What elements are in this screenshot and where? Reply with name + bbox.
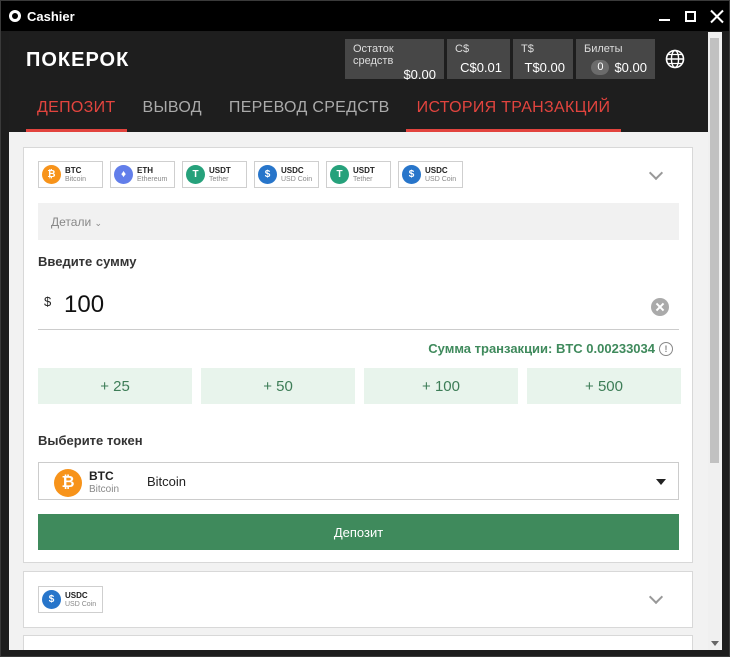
usdc-icon: $ xyxy=(402,165,421,184)
token-symbol: USDC xyxy=(65,590,88,600)
title-bar: Cashier xyxy=(1,1,729,31)
balance-value: T$0.00 xyxy=(524,60,565,75)
token-symbol: ETH xyxy=(137,165,153,175)
tab-history[interactable]: ИСТОРИЯ ТРАНЗАКЦИЙ xyxy=(405,91,622,132)
info-icon[interactable]: ! xyxy=(659,341,673,356)
usdc-icon: $ xyxy=(42,590,61,609)
usdt-icon: T xyxy=(186,165,205,184)
content-area: ₿ BTC Bitcoin ♦ ETH Ethereum T USDT Tether $ USDC U… xyxy=(9,132,708,650)
balance-label: T$ xyxy=(521,43,534,55)
scrollbar[interactable] xyxy=(708,32,722,650)
token-chip-eth[interactable]: ♦ ETH Ethereum xyxy=(110,161,175,188)
minimize-button[interactable] xyxy=(651,1,677,31)
token-chip-usdt[interactable]: T USDT Tether xyxy=(182,161,247,188)
token-symbol: BTC xyxy=(89,469,114,483)
scrollbar-thumb[interactable] xyxy=(710,38,719,463)
token-name: Bitcoin xyxy=(147,474,187,489)
next-card[interactable] xyxy=(23,635,693,650)
deposit-button[interactable]: Депозит xyxy=(38,514,679,550)
quick-add-25-button[interactable]: + 25 xyxy=(38,368,192,404)
token-symbol: USDC xyxy=(281,165,304,175)
chevron-down-icon: ⌄ xyxy=(94,218,103,228)
token-chip-btc[interactable]: ₿ BTC Bitcoin xyxy=(38,161,103,188)
close-icon xyxy=(710,10,723,23)
usdt-icon: T xyxy=(330,165,349,184)
token-name: Tether xyxy=(209,175,229,183)
balances: Остаток средств $0.00 C$ C$0.01 T$ T$0.0… xyxy=(345,39,655,82)
btc-icon: ₿ xyxy=(42,165,61,184)
token-chip-usdc[interactable]: $ USDC USD Coin xyxy=(398,161,463,188)
token-name: USD Coin xyxy=(281,175,313,183)
balance-value: C$0.01 xyxy=(460,60,502,75)
details-label: Детали xyxy=(51,215,92,229)
token-select-label: Выберите токен xyxy=(38,433,143,448)
amount-underline xyxy=(38,329,679,330)
token-chip-usdt[interactable]: T USDT Tether xyxy=(326,161,391,188)
token-symbol: USDT xyxy=(209,165,231,175)
token-name: Ethereum xyxy=(137,175,168,183)
logo: ПОКЕРОК xyxy=(26,49,130,71)
app-icon xyxy=(9,10,21,22)
maximize-button[interactable] xyxy=(677,1,703,31)
balance-cdollar: C$ C$0.01 xyxy=(447,39,510,79)
chevron-down-icon[interactable] xyxy=(648,589,664,605)
tab-transfer[interactable]: ПЕРЕВОД СРЕДСТВ xyxy=(218,91,401,132)
token-name: Bitcoin xyxy=(65,175,87,183)
details-toggle[interactable]: Детали ⌄ xyxy=(38,203,679,240)
transaction-sum: Сумма транзакции: BTC 0.00233034 ! xyxy=(428,341,673,356)
currency-symbol: $ xyxy=(44,294,52,309)
window-title: Cashier xyxy=(27,8,75,24)
token-name: Tether xyxy=(353,175,373,183)
balance-tickets: Билеты 0 $0.00 xyxy=(576,39,655,79)
transaction-sum-text: Сумма транзакции: BTC 0.00233034 xyxy=(428,341,655,356)
dropdown-arrow-icon xyxy=(656,479,666,485)
amount-input[interactable]: 100 xyxy=(64,291,104,319)
quick-add-50-button[interactable]: + 50 xyxy=(201,368,355,404)
token-name: USD Coin xyxy=(425,175,457,183)
token-select[interactable]: ₿ BTC Bitcoin Bitcoin xyxy=(38,462,679,500)
token-subname: Bitcoin xyxy=(89,484,120,495)
token-symbol: USDC xyxy=(425,165,448,175)
clear-icon[interactable] xyxy=(651,298,669,316)
token-symbol: BTC xyxy=(65,165,82,175)
close-button[interactable] xyxy=(703,1,729,31)
balance-label: Билеты xyxy=(584,43,623,55)
amount-label: Введите сумму xyxy=(38,254,137,269)
bitcoin-icon: ₿ xyxy=(54,469,82,497)
minimize-icon xyxy=(658,19,670,21)
usdc-card[interactable]: $ USDC USD Coin xyxy=(23,571,693,628)
globe-icon[interactable] xyxy=(665,49,685,69)
cashier-window: Cashier ПОКЕРОК Остаток средств $0.00 C$… xyxy=(0,0,730,657)
balance-label: Остаток средств xyxy=(353,43,394,67)
quick-add-500-button[interactable]: + 500 xyxy=(527,368,681,404)
usdc-icon: $ xyxy=(258,165,277,184)
balance-label: C$ xyxy=(455,43,470,55)
tab-bar: ДЕПОЗИТ ВЫВОД ПЕРЕВОД СРЕДСТВ ИСТОРИЯ ТР… xyxy=(26,91,622,132)
balance-value: $0.00 xyxy=(614,60,647,75)
chevron-down-icon[interactable] xyxy=(648,165,664,181)
balance-main: Остаток средств $0.00 xyxy=(345,39,444,82)
quick-amounts: + 25 + 50 + 100 + 500 xyxy=(38,368,681,404)
token-chip-usdc[interactable]: $ USDC USD Coin xyxy=(254,161,319,188)
token-chip-usdc: $ USDC USD Coin xyxy=(38,586,103,613)
tab-deposit[interactable]: ДЕПОЗИТ xyxy=(26,91,127,132)
token-symbol: USDT xyxy=(353,165,375,175)
quick-add-100-button[interactable]: + 100 xyxy=(364,368,518,404)
scroll-down-icon[interactable] xyxy=(711,641,719,646)
token-name: USD Coin xyxy=(65,600,97,608)
token-list: ₿ BTC Bitcoin ♦ ETH Ethereum T USDT Tether $ USDC U… xyxy=(38,161,463,188)
deposit-card: ₿ BTC Bitcoin ♦ ETH Ethereum T USDT Tether $ USDC U… xyxy=(23,147,693,563)
tab-withdraw[interactable]: ВЫВОД xyxy=(132,91,213,132)
balance-tdollar: T$ T$0.00 xyxy=(513,39,573,79)
tickets-count-badge: 0 xyxy=(591,60,610,75)
maximize-icon xyxy=(684,10,696,22)
header: ПОКЕРОК Остаток средств $0.00 C$ C$0.01 … xyxy=(9,32,708,132)
balance-value: $0.00 xyxy=(403,67,436,82)
eth-icon: ♦ xyxy=(114,165,133,184)
